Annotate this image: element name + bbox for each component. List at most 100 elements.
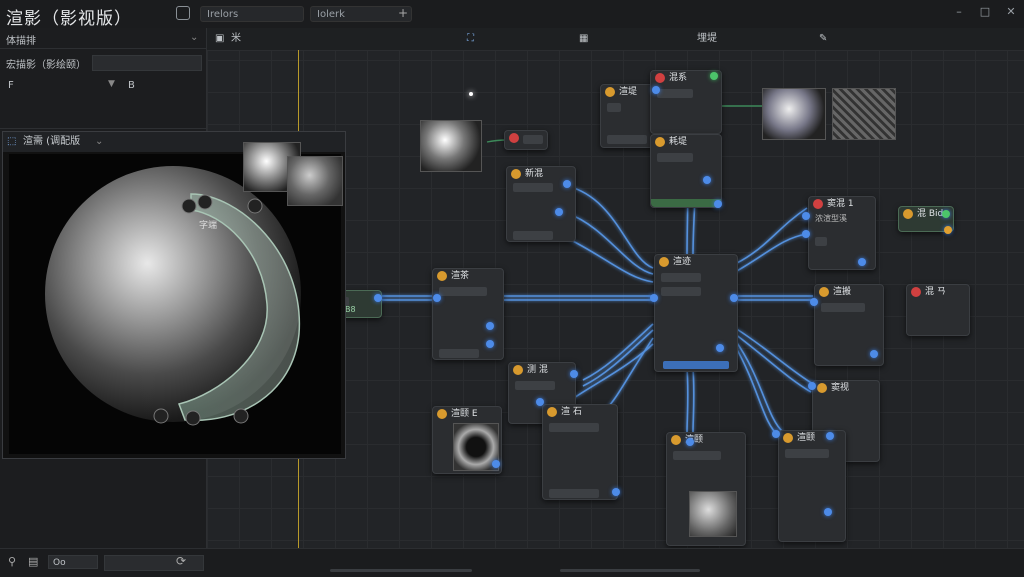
socket[interactable]: [802, 230, 810, 238]
node-field: [785, 449, 829, 458]
node-field: [815, 237, 827, 246]
node-title: 渲茶: [451, 271, 470, 281]
socket[interactable]: [686, 438, 694, 446]
divider: [0, 128, 206, 129]
dropdown-arrow-icon[interactable]: ▼: [108, 79, 115, 89]
node-12[interactable]: 渲颐: [666, 432, 746, 546]
node-field: [661, 273, 701, 282]
texture-thumbnail[interactable]: [689, 491, 737, 537]
node-title: 渲颐 E: [451, 409, 478, 419]
node-field: [513, 183, 553, 192]
node-title: 渲搬: [833, 287, 852, 297]
socket[interactable]: [858, 258, 866, 266]
app-icon[interactable]: [176, 6, 190, 20]
node-field: [513, 231, 553, 240]
tab-iolerk[interactable]: Iolerk: [310, 6, 412, 22]
node-5[interactable]: 混系: [650, 70, 722, 134]
node-14[interactable]: 渲 石: [542, 404, 618, 500]
viewport-canvas[interactable]: 字端: [9, 142, 343, 454]
add-tab-button[interactable]: +: [398, 6, 408, 20]
node-label: B8: [345, 305, 356, 314]
socket[interactable]: [944, 226, 952, 234]
tab-irelors[interactable]: Irelors: [200, 6, 304, 22]
node-6[interactable]: 耗堤: [650, 134, 722, 208]
node-title: 混 ㄢ: [925, 287, 946, 297]
node-status-bar: [663, 361, 729, 369]
left-panel-title: 体描排: [6, 36, 36, 47]
scrollbar[interactable]: [330, 569, 472, 572]
viewport-icon[interactable]: ⬚: [7, 132, 16, 152]
node-7[interactable]: 窦混 1 浓渲型溪: [808, 196, 876, 270]
light-icon[interactable]: [469, 92, 473, 96]
scrollbar[interactable]: [560, 569, 700, 572]
node-2[interactable]: 新混: [506, 166, 576, 242]
socket[interactable]: [710, 72, 718, 80]
material-preview-2[interactable]: [287, 156, 343, 206]
node-11[interactable]: 渲颐: [778, 430, 846, 542]
texture-preview[interactable]: [832, 88, 896, 140]
node-title: 渲颐: [797, 433, 816, 443]
node-title: 耗堤: [669, 137, 688, 147]
socket[interactable]: [650, 294, 658, 302]
chevron-down-icon[interactable]: ⌄: [190, 32, 198, 43]
socket[interactable]: [716, 344, 724, 352]
socket[interactable]: [492, 460, 500, 468]
save-icon[interactable]: ▤: [28, 555, 38, 568]
socket[interactable]: [570, 370, 578, 378]
3d-viewport[interactable]: ⬚ 渲需 (调配版 ⌄ 字端: [2, 131, 346, 459]
row-right-label: B: [128, 80, 135, 91]
socket[interactable]: [810, 298, 818, 306]
socket[interactable]: [772, 430, 780, 438]
minimize-button[interactable]: –: [952, 5, 966, 19]
socket[interactable]: [486, 322, 494, 330]
maximize-button[interactable]: □: [978, 5, 992, 19]
pin-icon[interactable]: ⚲: [8, 555, 16, 568]
socket[interactable]: [802, 212, 810, 220]
socket[interactable]: [942, 210, 950, 218]
status-field[interactable]: Oo: [48, 555, 98, 569]
node-field: [549, 489, 599, 498]
node-title: 新混: [525, 169, 544, 179]
node-main[interactable]: 渲迹: [654, 254, 738, 372]
socket[interactable]: [374, 294, 382, 302]
property-input[interactable]: [92, 55, 202, 71]
row-left-label: F: [8, 80, 14, 91]
socket[interactable]: [555, 208, 563, 216]
node-title: 窦混 1: [827, 199, 854, 209]
socket[interactable]: [714, 200, 722, 208]
socket[interactable]: [612, 488, 620, 496]
socket[interactable]: [652, 86, 660, 94]
socket[interactable]: [730, 294, 738, 302]
socket[interactable]: [826, 432, 834, 440]
socket[interactable]: [486, 340, 494, 348]
divider: [0, 48, 206, 49]
socket[interactable]: [433, 294, 441, 302]
socket[interactable]: [536, 398, 544, 406]
app-title: 渲影（影视版）: [6, 9, 132, 29]
node-title: 窦视: [831, 383, 850, 393]
title-bar: 渲影（影视版） Irelors Iolerk + – □ ✕: [0, 0, 1024, 29]
node-field: [439, 287, 487, 296]
viewport-title: 渲需 (调配版: [23, 136, 81, 147]
status-bar: ⚲ ▤ Oo ⟳: [0, 548, 1024, 577]
node-title: 渲 石: [561, 407, 582, 417]
refresh-icon[interactable]: ⟳: [176, 554, 186, 568]
node-field: [607, 103, 621, 112]
property-label: 宏描影（影绘颐）: [6, 60, 86, 71]
status-input[interactable]: [104, 555, 204, 571]
node-3[interactable]: [504, 130, 548, 150]
socket[interactable]: [563, 180, 571, 188]
node-field: [515, 381, 555, 390]
socket[interactable]: [824, 508, 832, 516]
node-status-bar: [651, 199, 721, 207]
node-9[interactable]: 混 ㄢ: [906, 284, 970, 336]
socket[interactable]: [703, 176, 711, 184]
close-button[interactable]: ✕: [1004, 5, 1018, 19]
node-field: [673, 451, 721, 460]
chevron-down-icon[interactable]: ⌄: [95, 132, 103, 152]
socket[interactable]: [870, 350, 878, 358]
socket[interactable]: [808, 382, 816, 390]
node-subtitle: 浓渲型溪: [815, 214, 847, 223]
material-preview[interactable]: [762, 88, 826, 140]
material-preview[interactable]: [420, 120, 482, 172]
